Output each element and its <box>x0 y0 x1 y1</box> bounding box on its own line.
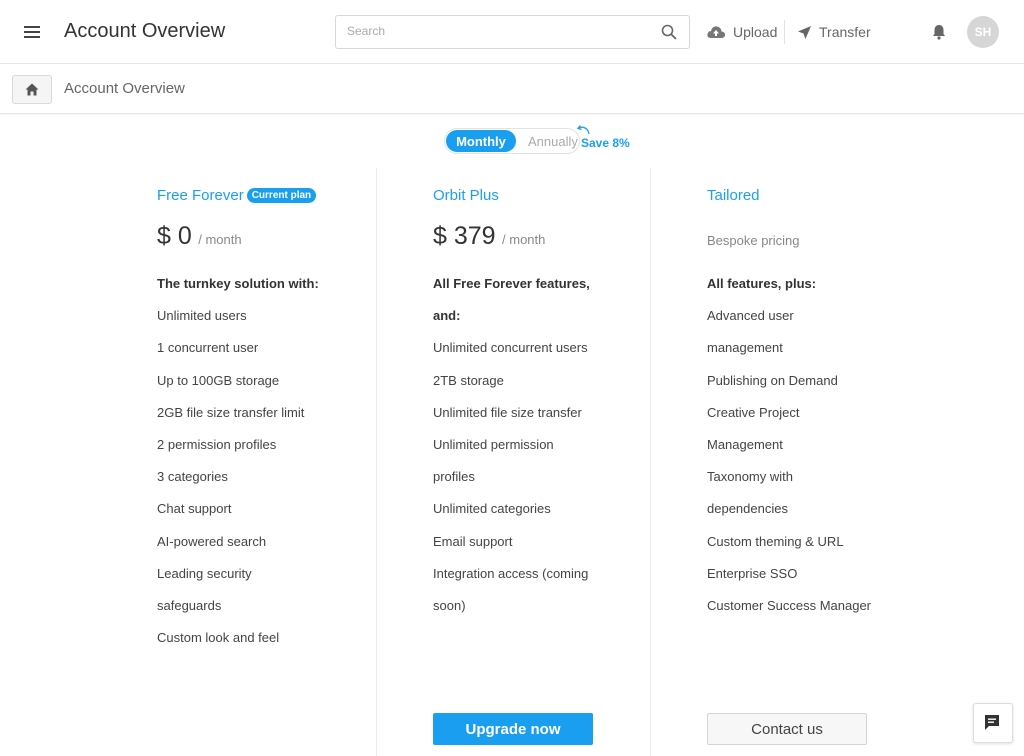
feature-item: management <box>707 340 783 356</box>
search-box[interactable] <box>335 15 690 49</box>
feature-item: Customer Success Manager <box>707 598 872 614</box>
home-button[interactable] <box>12 75 52 104</box>
annually-option[interactable]: Annually <box>528 134 578 149</box>
transfer-button[interactable]: Transfer <box>797 22 871 42</box>
feature-item: Leading security <box>157 565 252 581</box>
feature-item: and: <box>433 308 461 324</box>
feature-item: 2TB storage <box>433 372 504 388</box>
bell-icon[interactable] <box>930 23 948 41</box>
bespoke-pricing: Bespoke pricing <box>707 233 800 248</box>
plan-name: Free Forever Current plan <box>157 187 317 204</box>
breadcrumb: Account Overview <box>0 64 1024 114</box>
cloud-upload-icon <box>707 26 726 38</box>
feature-item: safeguards <box>157 598 222 614</box>
price-amount: $ 379 <box>433 222 496 250</box>
search-icon[interactable] <box>661 24 677 40</box>
feature-item: profiles <box>433 469 475 485</box>
transfer-label: Transfer <box>819 24 871 40</box>
current-plan-badge: Current plan <box>246 188 317 203</box>
feature-item: soon) <box>433 598 466 614</box>
feature-list: All features, plus: Advanced user manage… <box>707 268 907 622</box>
feature-item: All Free Forever features, <box>433 276 590 291</box>
feature-item: Up to 100GB storage <box>157 372 280 388</box>
feature-item: Email support <box>433 533 513 549</box>
plan-tailored: Tailored Bespoke pricing All features, p… <box>650 168 924 756</box>
feature-item: The turnkey solution with: <box>157 276 319 291</box>
feature-item: Integration access (coming <box>433 565 589 581</box>
send-icon <box>798 25 811 39</box>
feature-item: 1 concurrent user <box>157 340 259 356</box>
upload-label: Upload <box>733 24 778 40</box>
upgrade-now-button[interactable]: Upgrade now <box>433 713 593 745</box>
header-divider <box>784 20 785 44</box>
breadcrumb-current: Account Overview <box>64 80 185 97</box>
search-input[interactable] <box>347 24 647 38</box>
feature-item: Unlimited permission <box>433 437 554 453</box>
feature-item: Unlimited categories <box>433 501 551 517</box>
feature-item: 3 categories <box>157 469 228 485</box>
feature-item: 2 permission profiles <box>157 437 277 453</box>
feature-item: Advanced user <box>707 308 794 324</box>
menu-icon[interactable] <box>24 26 40 38</box>
chat-button[interactable] <box>973 703 1013 743</box>
save-note: Save 8% <box>581 136 630 150</box>
feature-item: Taxonomy with <box>707 469 793 485</box>
feature-item: Publishing on Demand <box>707 372 838 388</box>
curved-arrow-icon <box>576 125 590 135</box>
feature-item: dependencies <box>707 501 788 517</box>
page-title: Account Overview <box>64 20 226 42</box>
feature-item: Unlimited users <box>157 308 247 324</box>
billing-period-toggle[interactable]: Monthly Annually <box>444 128 580 154</box>
monthly-option[interactable]: Monthly <box>446 130 516 152</box>
plan-name-text: Free Forever <box>157 187 244 204</box>
plan-orbit-plus: Orbit Plus $ 379 / month All Free Foreve… <box>376 168 650 756</box>
feature-list: The turnkey solution with: Unlimited use… <box>157 268 357 654</box>
plan-free-forever: Free Forever Current plan $ 0 / month The… <box>101 168 375 756</box>
price-period: / month <box>502 232 546 247</box>
feature-item: Custom look and feel <box>157 630 280 646</box>
price-period: / month <box>198 232 242 247</box>
contact-us-button[interactable]: Contact us <box>707 713 867 745</box>
plan-price: $ 0 / month <box>157 222 242 251</box>
feature-item: Chat support <box>157 501 232 517</box>
upload-button[interactable]: Upload <box>706 22 777 42</box>
feature-item: Custom theming & URL <box>707 533 844 549</box>
feature-item: All features, plus: <box>707 276 817 291</box>
feature-list: All Free Forever features, and: Unlimite… <box>433 268 633 622</box>
avatar[interactable]: SH <box>967 16 999 48</box>
plans-section: Free Forever Current plan $ 0 / month The… <box>101 168 924 756</box>
feature-item: Unlimited file size transfer <box>433 404 582 420</box>
home-icon <box>25 83 39 96</box>
plan-price: $ 379 / month <box>433 222 545 251</box>
price-amount: $ 0 <box>157 222 192 250</box>
feature-item: 2GB file size transfer limit <box>157 404 305 420</box>
plan-name: Orbit Plus <box>433 187 499 204</box>
plan-name: Tailored <box>707 187 760 204</box>
top-bar: Account Overview Upload Transfer SH <box>0 0 1024 64</box>
feature-item: Unlimited concurrent users <box>433 340 588 356</box>
feature-item: Creative Project <box>707 404 800 420</box>
feature-item: Enterprise SSO <box>707 565 798 581</box>
feature-item: Management <box>707 437 783 453</box>
chat-icon <box>985 715 999 730</box>
feature-item: AI-powered search <box>157 533 267 549</box>
